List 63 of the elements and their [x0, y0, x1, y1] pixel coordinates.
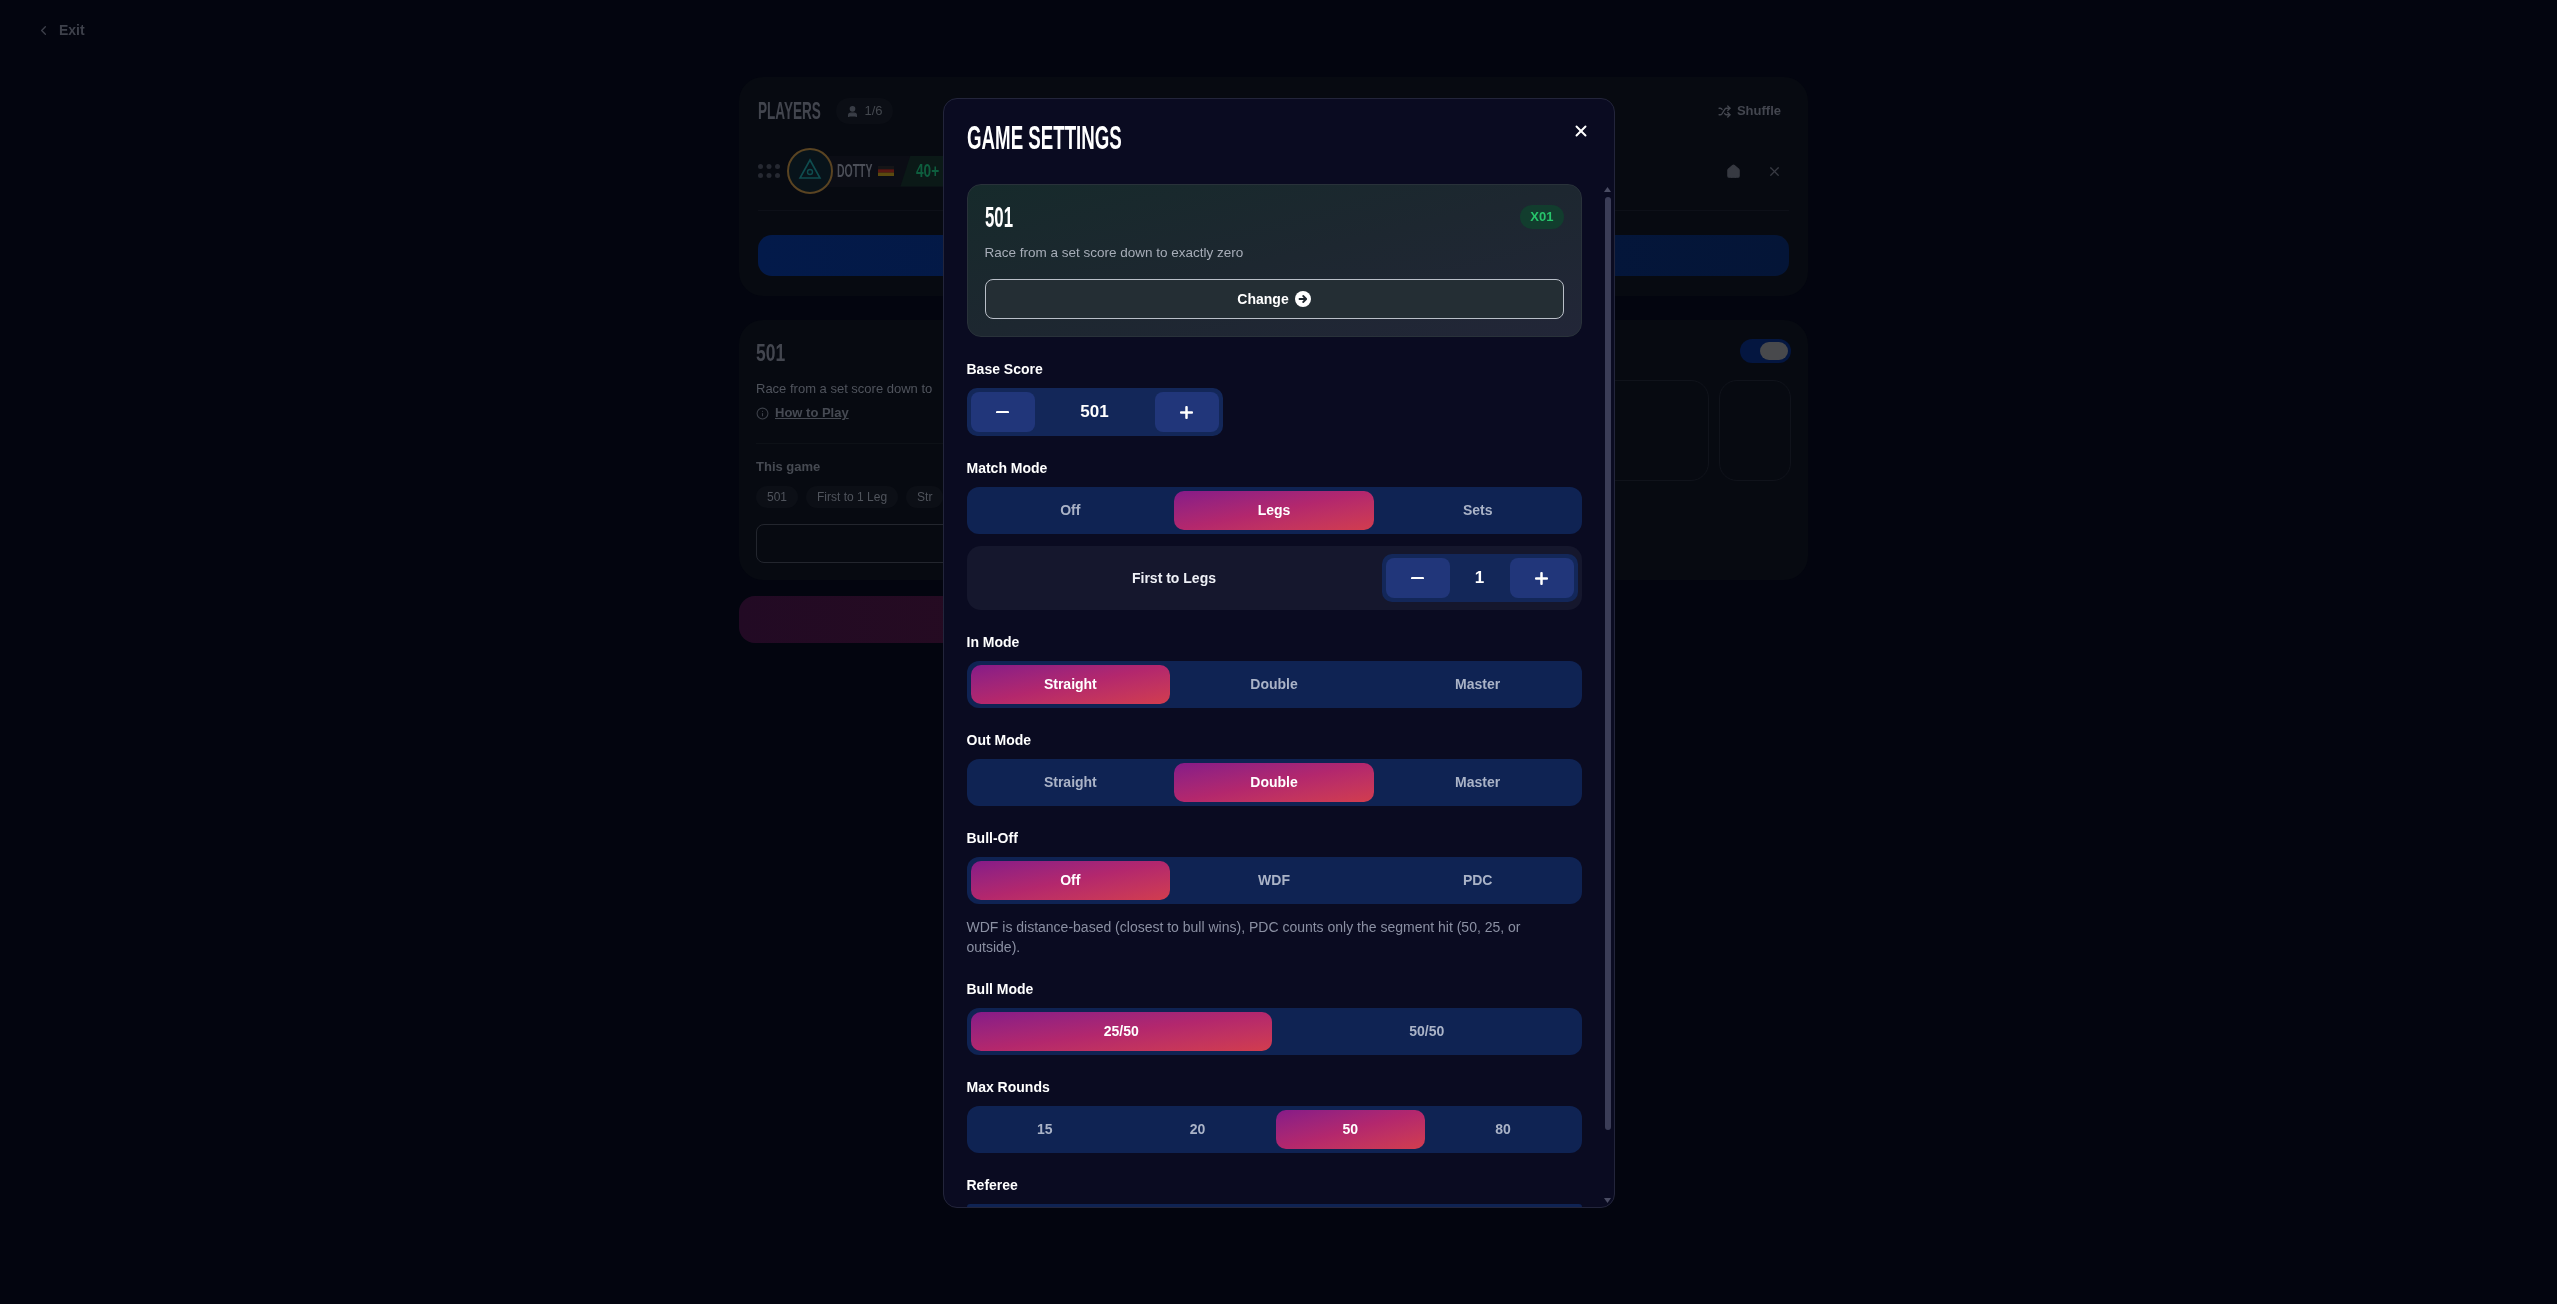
drag-handle-icon[interactable] — [758, 164, 780, 178]
option-tab[interactable]: Master — [1377, 665, 1578, 704]
change-button[interactable]: Change — [984, 279, 1564, 319]
increase-button[interactable] — [1509, 558, 1574, 598]
info-icon — [756, 406, 769, 420]
game-description: Race from a set score down to — [756, 380, 933, 398]
plus-icon — [1180, 405, 1193, 419]
stepper-value: 1 — [1473, 567, 1486, 590]
scrollbar-thumb[interactable] — [1604, 197, 1611, 1130]
option-tab[interactable]: Double — [1174, 665, 1374, 704]
option-tab[interactable]: Straight — [970, 665, 1171, 704]
hint-text: WDF is distance-based (closest to bull wins), PDC counts only the segment hit (50, 25, or outside). — [966, 918, 1522, 957]
option-tab[interactable]: 20 — [1123, 1110, 1272, 1149]
shuffle-icon — [1717, 104, 1731, 118]
section-label: Match Mode — [966, 459, 1048, 478]
section-label: In Mode — [966, 633, 1020, 652]
option-tab[interactable]: Legs — [1174, 491, 1374, 530]
decrease-button[interactable] — [1385, 558, 1450, 598]
player-count: 1/6 — [864, 102, 883, 121]
minus-icon — [1411, 576, 1424, 580]
option-tab[interactable]: 25/50 — [970, 1012, 1272, 1051]
option-tab[interactable]: 15 — [970, 1110, 1120, 1149]
setting-chip: Str — [906, 486, 944, 508]
section-label: Bull Mode — [966, 980, 1034, 999]
target-label: First to Legs — [1131, 568, 1217, 588]
section-label: Referee — [966, 1176, 1018, 1195]
option-tab[interactable]: PDC — [1377, 861, 1578, 900]
person-icon — [845, 104, 859, 118]
section-label: Out Mode — [966, 731, 1032, 750]
section-label: This game — [756, 458, 821, 476]
stepper-value: 501 — [1079, 401, 1110, 424]
scroll-up-icon[interactable] — [1604, 187, 1611, 192]
game-title: 501 — [756, 339, 786, 368]
option-tab[interactable]: Straight — [970, 763, 1171, 802]
dialog-title: GAME SETTINGS — [966, 119, 1122, 155]
section-label: Bull-Off — [966, 829, 1018, 848]
option-tab[interactable]: Sets — [1377, 491, 1578, 530]
arrow-right-circle-icon — [1294, 291, 1311, 307]
scroll-down-icon[interactable] — [1604, 1198, 1611, 1203]
game-type-badge: X01 — [1520, 205, 1564, 229]
toggle-switch[interactable] — [1740, 339, 1791, 363]
player-name: DOTTY — [837, 158, 873, 183]
option-tab[interactable]: Off — [970, 861, 1171, 900]
section-label: Max Rounds — [966, 1078, 1050, 1097]
option-tab[interactable]: Off — [970, 491, 1171, 530]
setting-chip: First to 1 Leg — [806, 486, 899, 508]
option-tab[interactable]: 50 — [1276, 1110, 1425, 1149]
increase-button[interactable] — [1154, 392, 1219, 432]
section-label: Base Score — [966, 360, 1043, 379]
home-icon[interactable] — [1726, 163, 1741, 179]
decrease-button[interactable] — [970, 392, 1035, 432]
plus-icon — [1535, 571, 1548, 585]
game-description: Race from a set score down to exactly zero — [984, 244, 1245, 262]
flag-icon — [878, 166, 895, 176]
option-tab[interactable]: WDF — [1174, 861, 1374, 900]
setting-chip: 501 — [756, 486, 799, 508]
game-title: 501 — [984, 201, 1013, 233]
option-tab[interactable]: Master — [1377, 763, 1578, 802]
minus-icon — [996, 410, 1009, 414]
option-tab[interactable]: Double — [1174, 763, 1374, 802]
option-tab[interactable]: 50/50 — [1276, 1012, 1578, 1051]
players-title: PLAYERS — [758, 97, 821, 126]
option-tab[interactable]: 80 — [1428, 1110, 1578, 1149]
